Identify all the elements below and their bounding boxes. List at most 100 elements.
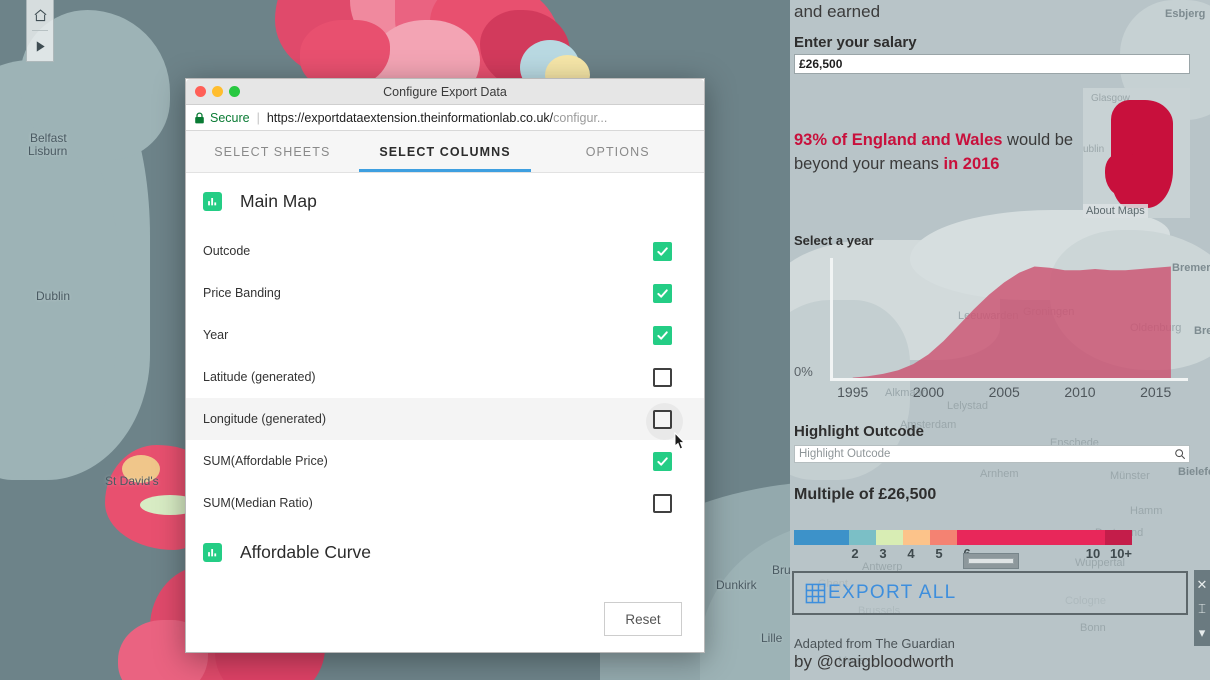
legend-tick-label: 5 <box>935 546 942 561</box>
chart-x-tick: 2015 <box>1140 384 1171 400</box>
url-separator: | <box>257 111 260 125</box>
about-maps-link[interactable]: About Maps <box>1083 204 1148 218</box>
column-row[interactable]: SUM(Median Ratio) <box>186 482 704 524</box>
headline: 93% of England and Wales would be beyond… <box>794 128 1074 176</box>
chart-x-axis <box>830 378 1188 381</box>
column-checkbox[interactable] <box>653 284 672 303</box>
map-label: Lisburn <box>28 144 67 158</box>
intro-text: and earned <box>794 2 880 22</box>
url-text[interactable]: https://exportdataextension.theinformati… <box>267 111 608 125</box>
multiple-of-salary-label: Multiple of £26,500 <box>794 486 936 504</box>
legend-swatch[interactable] <box>930 530 957 545</box>
play-icon[interactable] <box>26 31 54 61</box>
map-toolbar[interactable] <box>26 0 54 62</box>
column-label: SUM(Affordable Price) <box>203 454 328 468</box>
legend-swatch[interactable] <box>957 530 1105 545</box>
chart-x-tick: 1995 <box>837 384 868 400</box>
sheet-name: Affordable Curve <box>240 542 371 563</box>
legend-swatch[interactable] <box>903 530 930 545</box>
thumb-label-dublin: ublin <box>1083 144 1104 155</box>
url-visible: https://exportdataextension.theinformati… <box>267 111 553 125</box>
dialog-body: Main Map Outcode Price BandingYear Latitude… <box>186 173 704 652</box>
chart-y-tick-0: 0% <box>794 364 813 379</box>
home-icon[interactable] <box>26 0 54 30</box>
dialog-tabs[interactable]: SELECT SHEETS SELECT COLUMNSOPTIONS <box>186 131 704 173</box>
dialog-titlebar[interactable]: Configure Export Data <box>186 79 704 105</box>
year-area-chart[interactable]: 0% 1995 2000 2005 2010 2015 <box>794 258 1194 413</box>
column-checkbox[interactable] <box>653 452 672 471</box>
bar-chart-icon <box>203 543 222 562</box>
legend-slider-bar <box>968 558 1014 564</box>
legend-tick-label: 3 <box>879 546 886 561</box>
tab-select-sheets[interactable]: SELECT SHEETS <box>186 131 359 172</box>
tab-label: SELECT SHEETS <box>214 145 330 159</box>
map-label: Dunkirk <box>716 578 757 592</box>
thumb-wales-shape <box>1105 154 1137 196</box>
map-label: Lille <box>761 631 782 645</box>
close-icon[interactable]: ✕ <box>1197 573 1208 597</box>
column-row[interactable]: Price Banding <box>186 272 704 314</box>
column-label: Outcode <box>203 244 250 258</box>
tab-select-columns[interactable]: SELECT COLUMNS <box>359 131 532 172</box>
chevron-down-icon[interactable]: ▾ <box>1199 621 1206 645</box>
chart-area-series[interactable] <box>830 258 1186 380</box>
dialog-url-bar[interactable]: Secure | https://exportdataextension.the… <box>186 105 704 131</box>
panel-map-label: Bre <box>1194 325 1210 337</box>
viz-side-rail[interactable]: ✕ ⌶ ▾ <box>1194 570 1210 646</box>
panel-map-label: Münster <box>1110 470 1150 482</box>
highlight-outcode-input[interactable] <box>795 446 1171 462</box>
sheet-header[interactable]: Affordable Curve <box>186 524 704 581</box>
dialog-footer: Reset <box>604 602 682 636</box>
column-label: SUM(Median Ratio) <box>203 496 313 510</box>
legend-tick-label: 10+ <box>1110 546 1132 561</box>
secure-label: Secure <box>210 111 250 125</box>
column-checkbox[interactable] <box>653 326 672 345</box>
headline-percent: 93% of England and Wales <box>794 131 1002 149</box>
sheet-header[interactable]: Main Map <box>186 173 704 230</box>
color-legend[interactable] <box>794 530 1132 545</box>
thumbnail-map[interactable]: Glasgow ublin About Maps <box>1083 88 1190 218</box>
column-checkbox[interactable] <box>653 410 672 429</box>
map-label: Dublin <box>36 289 70 303</box>
legend-swatch[interactable] <box>849 530 876 545</box>
credits: Adapted from The Guardian by @craigblood… <box>794 636 955 672</box>
column-checkbox[interactable] <box>653 242 672 261</box>
column-label: Longitude (generated) <box>203 412 326 426</box>
legend-tick-label: 4 <box>907 546 914 561</box>
highlight-outcode-box[interactable] <box>794 445 1190 463</box>
chart-x-tick: 2010 <box>1064 384 1095 400</box>
url-truncated: configur... <box>553 111 607 125</box>
column-row[interactable]: Latitude (generated) <box>186 356 704 398</box>
column-row[interactable]: Year <box>186 314 704 356</box>
map-label: Bruges <box>772 563 790 577</box>
salary-input[interactable] <box>794 54 1190 74</box>
pin-icon[interactable]: ⌶ <box>1198 597 1206 621</box>
lock-icon <box>194 112 205 124</box>
chart-x-tick: 2000 <box>913 384 944 400</box>
legend-slider-handle[interactable] <box>963 553 1019 569</box>
column-checkbox[interactable] <box>653 368 672 387</box>
panel-map-label: Esbjerg <box>1165 8 1205 20</box>
column-row[interactable]: Longitude (generated) <box>186 398 704 440</box>
legend-swatch[interactable] <box>876 530 903 545</box>
column-label: Latitude (generated) <box>203 370 316 384</box>
chart-x-tick-labels: 1995 2000 2005 2010 2015 <box>830 384 1188 404</box>
export-all-button[interactable]: EXPORT ALL <box>792 571 1188 615</box>
search-icon[interactable] <box>1171 448 1189 460</box>
column-checkbox[interactable] <box>653 494 672 513</box>
legend-swatch[interactable] <box>794 530 849 545</box>
column-row[interactable]: Outcode <box>186 230 704 272</box>
tab-options[interactable]: OPTIONS <box>531 131 704 172</box>
dialog-title: Configure Export Data <box>186 85 704 99</box>
chart-x-tick: 2005 <box>989 384 1020 400</box>
panel-map-label: Hamm <box>1130 505 1162 517</box>
reset-button[interactable]: Reset <box>604 602 682 636</box>
configure-export-dialog[interactable]: Configure Export Data Secure | https://e… <box>185 78 705 653</box>
panel-map-label: Bonn <box>1080 622 1106 634</box>
export-all-label: EXPORT ALL <box>828 582 956 604</box>
credit-source: Adapted from The Guardian <box>794 636 955 651</box>
legend-tick-label: 2 <box>851 546 858 561</box>
column-row[interactable]: SUM(Affordable Price) <box>186 440 704 482</box>
legend-swatch[interactable] <box>1105 530 1132 545</box>
bar-chart-icon <box>203 192 222 211</box>
